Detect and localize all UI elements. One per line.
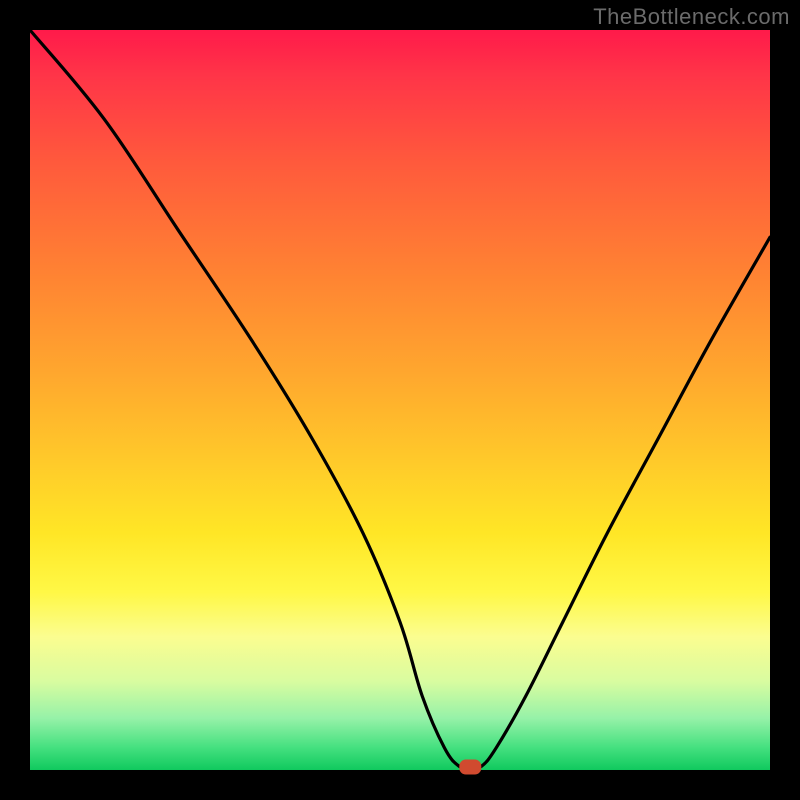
plot-area (30, 30, 770, 770)
chart-frame: TheBottleneck.com (0, 0, 800, 800)
watermark-label: TheBottleneck.com (593, 4, 790, 30)
minimum-marker (460, 760, 481, 774)
bottleneck-curve-path (30, 30, 770, 768)
chart-svg (30, 30, 770, 770)
